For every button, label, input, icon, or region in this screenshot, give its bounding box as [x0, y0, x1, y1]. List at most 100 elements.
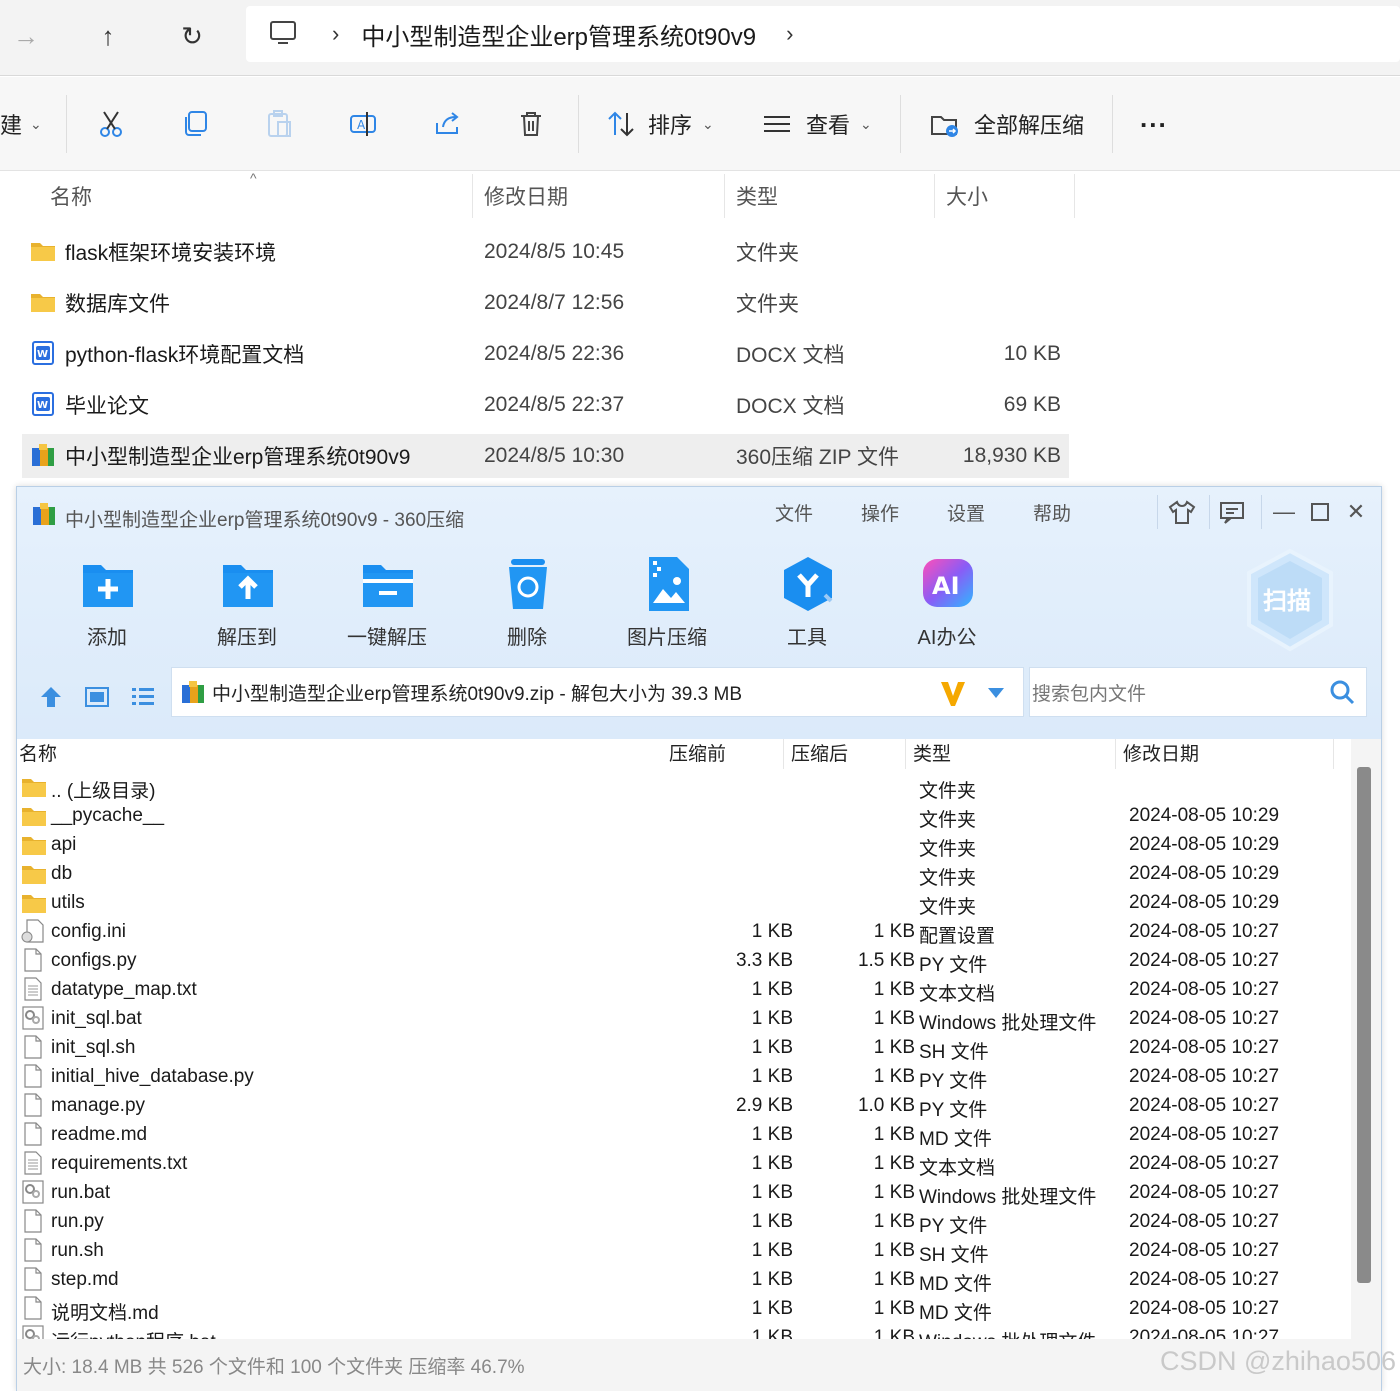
- search-icon[interactable]: [1328, 678, 1356, 706]
- scrollbar-thumb[interactable]: [1357, 767, 1371, 1283]
- column-divider[interactable]: [1333, 739, 1334, 769]
- ai-office-button[interactable]: AI AI办公: [887, 555, 1007, 655]
- archive-row[interactable]: init_sql.bat 1 KB 1 KB Windows 批处理文件 2024-08…: [17, 1004, 1347, 1034]
- entry-compressed-size: 1 KB: [873, 1124, 915, 1145]
- column-divider[interactable]: [472, 174, 473, 218]
- archive-row[interactable]: __pycache__ 文件夹 2024-08-05 10:29: [17, 801, 1347, 831]
- file-row[interactable]: flask框架环境安装环境 2024/8/5 10:45 文件夹: [22, 230, 1069, 274]
- file-row[interactable]: 数据库文件 2024/8/7 12:56 文件夹: [22, 281, 1069, 325]
- list-view-icon[interactable]: [129, 683, 157, 711]
- address-bar[interactable]: › 中小型制造型企业erp管理系统0t90v9 ›: [246, 6, 1400, 62]
- column-header-type[interactable]: 类型: [736, 172, 778, 220]
- archive-row[interactable]: db 文件夹 2024-08-05 10:29: [17, 859, 1347, 889]
- column-divider[interactable]: [1115, 739, 1116, 769]
- archive-row[interactable]: utils 文件夹 2024-08-05 10:29: [17, 888, 1347, 918]
- skin-icon[interactable]: [1167, 497, 1197, 527]
- archive-row[interactable]: step.md 1 KB 1 KB MD 文件 2024-08-05 10:27: [17, 1265, 1347, 1295]
- feedback-icon[interactable]: [1217, 497, 1247, 527]
- column-header-type[interactable]: 类型: [913, 739, 951, 771]
- delete-archive-button[interactable]: 删除: [467, 555, 587, 655]
- refresh-icon[interactable]: ↻: [172, 18, 212, 54]
- up-icon[interactable]: ↑: [88, 18, 128, 54]
- image-compress-button[interactable]: 图片压缩: [607, 555, 727, 655]
- sort-button[interactable]: 排序 ⌄: [606, 103, 714, 145]
- archive-row[interactable]: run.sh 1 KB 1 KB SH 文件 2024-08-05 10:27: [17, 1236, 1347, 1266]
- column-header-original-size[interactable]: 压缩前: [669, 739, 726, 771]
- entry-name: configs.py: [51, 950, 137, 971]
- svg-text:W: W: [37, 400, 48, 411]
- verified-v-icon[interactable]: [938, 678, 968, 708]
- rename-button[interactable]: A: [348, 103, 378, 145]
- archive-row[interactable]: manage.py 2.9 KB 1.0 KB PY 文件 2024-08-05 10:…: [17, 1091, 1347, 1121]
- extract-to-button[interactable]: 解压到: [187, 555, 307, 655]
- archive-path-field[interactable]: 中小型制造型企业erp管理系统0t90v9.zip - 解包大小为 39.3 M…: [171, 667, 1024, 717]
- archive-row[interactable]: config.ini 1 KB 1 KB 配置设置 2024-08-05 10:27: [17, 917, 1347, 947]
- archive-row[interactable]: readme.md 1 KB 1 KB MD 文件 2024-08-05 10:27: [17, 1120, 1347, 1150]
- column-divider[interactable]: [934, 174, 935, 218]
- file-row[interactable]: 中小型制造型企业erp管理系统0t90v9 2024/8/5 10:30 360压缩…: [22, 434, 1069, 478]
- column-header-name[interactable]: 名称: [19, 739, 57, 771]
- menu-help[interactable]: 帮助: [1033, 499, 1071, 526]
- menu-file[interactable]: 文件: [775, 499, 813, 526]
- breadcrumb-chevron-icon[interactable]: ›: [786, 21, 793, 47]
- column-header-size[interactable]: 大小: [946, 172, 988, 220]
- one-click-extract-button[interactable]: 一键解压: [327, 555, 447, 655]
- entry-name: init_sql.bat: [51, 1008, 142, 1029]
- column-header-modified[interactable]: 修改日期: [1123, 739, 1199, 771]
- paste-button[interactable]: [264, 103, 294, 145]
- entry-name: __pycache__: [51, 805, 165, 826]
- new-button[interactable]: 建 ⌄: [0, 103, 42, 145]
- file-type: 文件夹: [736, 293, 799, 316]
- forward-icon[interactable]: →: [6, 18, 46, 54]
- archive-row[interactable]: run.bat 1 KB 1 KB Windows 批处理文件 2024-08-05 1…: [17, 1178, 1347, 1208]
- add-button[interactable]: 添加: [47, 555, 167, 655]
- breadcrumb-folder[interactable]: 中小型制造型企业erp管理系统0t90v9: [361, 17, 756, 52]
- entry-name: db: [51, 863, 73, 884]
- cut-button[interactable]: [96, 103, 126, 145]
- column-divider[interactable]: [905, 739, 906, 769]
- archive-row[interactable]: 说明文档.md 1 KB 1 KB MD 文件 2024-08-05 10:27: [17, 1294, 1347, 1324]
- minimize-icon[interactable]: —: [1269, 497, 1299, 527]
- close-icon[interactable]: ✕: [1341, 497, 1371, 527]
- column-divider[interactable]: [724, 174, 725, 218]
- this-pc-icon[interactable]: [268, 20, 304, 48]
- copy-button[interactable]: [180, 103, 210, 145]
- scan-button[interactable]: 扫描: [1245, 548, 1335, 653]
- archive-row[interactable]: .. (上级目录) 文件夹: [17, 772, 1347, 802]
- file-date: 2024/8/5 22:36: [484, 342, 625, 365]
- menu-settings[interactable]: 设置: [947, 499, 985, 526]
- column-header-name[interactable]: 名称: [50, 172, 92, 220]
- maximize-icon[interactable]: [1305, 497, 1335, 527]
- column-divider[interactable]: [783, 739, 784, 769]
- archive-row[interactable]: initial_hive_database.py 1 KB 1 KB PY 文件 202…: [17, 1062, 1347, 1092]
- thumbnail-view-icon[interactable]: [83, 683, 111, 711]
- rename-icon: A: [350, 112, 376, 136]
- view-button[interactable]: 查看 ⌄: [762, 103, 872, 145]
- archive-row[interactable]: requirements.txt 1 KB 1 KB 文本文档 2024-08-05 1…: [17, 1149, 1347, 1179]
- file-row[interactable]: Wpython-flask环境配置文档 2024/8/5 22:36 DOCX 文档…: [22, 332, 1069, 376]
- dropdown-arrow-icon[interactable]: [986, 686, 1006, 700]
- entry-original-size: 1 KB: [751, 921, 793, 942]
- archive-row[interactable]: 运行python程序.bat 1 KB 1 KB Windows 批处理文件 2024-…: [17, 1323, 1347, 1339]
- extract-all-button[interactable]: 全部解压缩: [930, 103, 1084, 145]
- column-divider[interactable]: [1074, 174, 1075, 218]
- column-header-date[interactable]: 修改日期: [484, 172, 568, 220]
- tools-button[interactable]: 工具: [747, 555, 867, 655]
- share-button[interactable]: [432, 103, 462, 145]
- menu-operate[interactable]: 操作: [861, 499, 899, 526]
- archive-row[interactable]: api 文件夹 2024-08-05 10:29: [17, 830, 1347, 860]
- more-options-icon[interactable]: ...: [1140, 97, 1168, 139]
- archive-row[interactable]: run.py 1 KB 1 KB PY 文件 2024-08-05 10:27: [17, 1207, 1347, 1237]
- archive-search-input[interactable]: 搜索包内文件: [1029, 667, 1367, 717]
- archive-row[interactable]: datatype_map.txt 1 KB 1 KB 文本文档 2024-08-05 1…: [17, 975, 1347, 1005]
- archive-row[interactable]: configs.py 3.3 KB 1.5 KB PY 文件 2024-08-05 10…: [17, 946, 1347, 976]
- up-level-icon[interactable]: [37, 683, 65, 711]
- breadcrumb-separator-icon[interactable]: ›: [332, 21, 339, 47]
- delete-button[interactable]: [516, 103, 546, 145]
- view-label: 查看: [806, 113, 851, 138]
- image-compress-label: 图片压缩: [627, 627, 707, 649]
- column-header-compressed-size[interactable]: 压缩后: [791, 739, 848, 771]
- archive-row[interactable]: init_sql.sh 1 KB 1 KB SH 文件 2024-08-05 10:27: [17, 1033, 1347, 1063]
- folder-icon: [21, 832, 46, 856]
- file-row[interactable]: W 毕业论文 2024/8/5 22:37 DOCX 文档 69 KB: [22, 383, 1069, 427]
